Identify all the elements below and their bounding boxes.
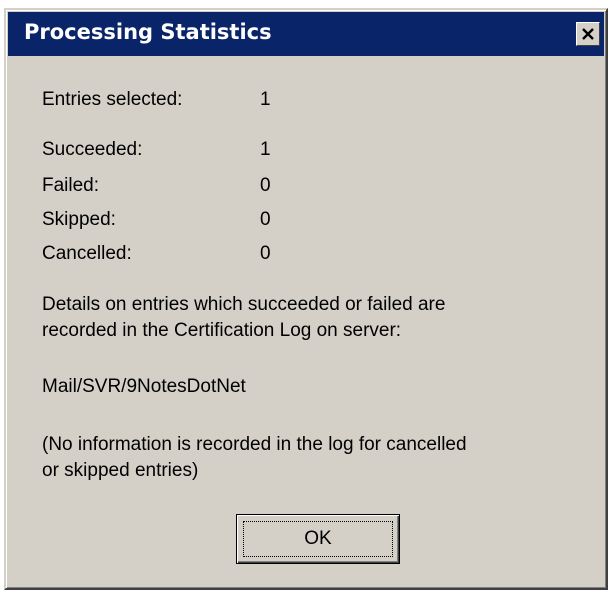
cancelled-value: 0 (260, 243, 271, 264)
title-bar[interactable]: Processing Statistics (8, 12, 604, 56)
entries-selected-label: Entries selected: (42, 89, 183, 110)
server-name: Mail/SVR/9NotesDotNet (42, 374, 582, 400)
entries-selected-value: 1 (260, 89, 271, 110)
close-button[interactable] (576, 22, 600, 46)
failed-value: 0 (260, 175, 271, 196)
server-name-text: Mail/SVR/9NotesDotNet (42, 376, 246, 397)
note-line-2: or skipped entries) (42, 460, 199, 481)
ok-button[interactable]: OK (236, 514, 400, 564)
details-text: Details on entries which succeeded or fa… (42, 292, 582, 344)
processing-statistics-dialog: Processing Statistics Entries selected: … (4, 8, 608, 590)
skipped-label: Skipped: (42, 209, 116, 230)
cancelled-label: Cancelled: (42, 243, 132, 264)
failed-label: Failed: (42, 175, 100, 196)
succeeded-label: Succeeded: (42, 139, 143, 160)
skipped-value: 0 (260, 209, 271, 230)
note-line-1: (No information is recorded in the log f… (42, 434, 467, 455)
dialog-title: Processing Statistics (24, 20, 272, 44)
details-line-1: Details on entries which succeeded or fa… (42, 294, 446, 315)
ok-button-label: OK (304, 528, 332, 549)
details-line-2: recorded in the Certification Log on ser… (42, 320, 402, 341)
note-text: (No information is recorded in the log f… (42, 432, 582, 484)
close-icon (582, 28, 594, 40)
succeeded-value: 1 (260, 139, 271, 160)
